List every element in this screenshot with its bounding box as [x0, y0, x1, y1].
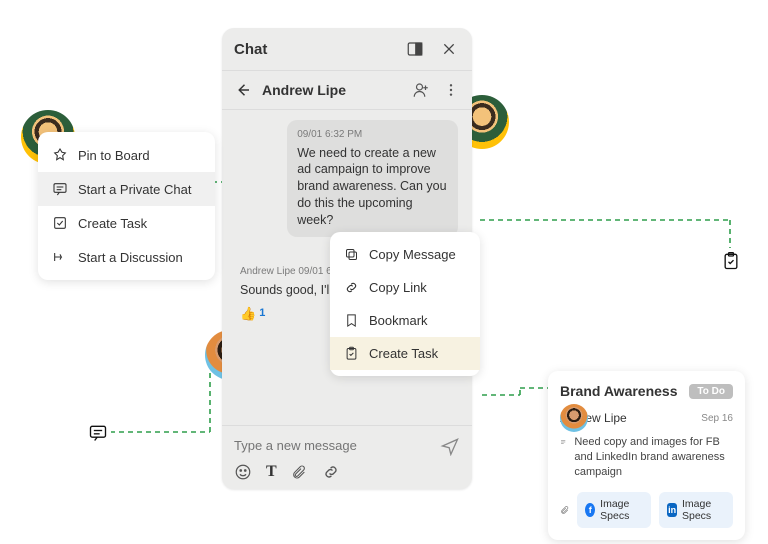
menu-bookmark[interactable]: Bookmark — [330, 304, 480, 337]
menu-copy-link[interactable]: Copy Link — [330, 271, 480, 304]
task-description: Need copy and images for FB and LinkedIn… — [574, 435, 733, 480]
user-context-menu: Pin to Board Start a Private Chat Create… — [38, 132, 215, 280]
menu-start-discussion[interactable]: Start a Discussion — [38, 240, 215, 274]
link-icon[interactable] — [321, 463, 341, 481]
timestamp: 09/01 6:32 PM — [297, 128, 448, 142]
panel-toggle-icon[interactable] — [404, 38, 426, 60]
description-icon — [560, 435, 566, 449]
due-date: Sep 16 — [701, 413, 733, 424]
compose-input[interactable] — [234, 432, 440, 459]
emoji-icon[interactable] — [234, 463, 252, 481]
format-text-icon[interactable]: T — [266, 463, 277, 481]
attachment-linkedin-specs[interactable]: in Image Specs — [659, 492, 733, 528]
menu-create-task[interactable]: Create Task — [330, 337, 480, 370]
clipboard-check-icon — [718, 248, 744, 274]
task-card[interactable]: Brand Awareness To Do Andrew Lipe Sep 16… — [548, 371, 745, 540]
status-badge: To Do — [689, 384, 733, 399]
task-title: Brand Awareness — [560, 383, 678, 399]
close-icon[interactable] — [438, 38, 460, 60]
message-context-menu: Copy Message Copy Link Bookmark Create T… — [330, 232, 480, 376]
send-icon[interactable] — [440, 436, 460, 456]
attachment-fb-specs[interactable]: f Image Specs — [577, 492, 651, 528]
message-incoming[interactable]: 09/01 6:32 PM We need to create a new ad… — [287, 120, 458, 237]
more-icon[interactable] — [440, 79, 462, 101]
attachment-icon — [560, 503, 569, 517]
add-user-icon[interactable] — [410, 79, 432, 101]
contact-name: Andrew Lipe — [262, 82, 402, 98]
chat-title: Chat — [234, 41, 267, 58]
attachment-icon[interactable] — [291, 463, 307, 481]
menu-create-task[interactable]: Create Task — [38, 206, 215, 240]
back-icon[interactable] — [232, 79, 254, 101]
menu-pin-to-board[interactable]: Pin to Board — [38, 138, 215, 172]
linkedin-icon: in — [667, 503, 677, 517]
chat-bubble-icon — [85, 420, 111, 446]
menu-copy-message[interactable]: Copy Message — [330, 238, 480, 271]
avatar — [560, 404, 588, 432]
menu-start-private-chat[interactable]: Start a Private Chat — [38, 172, 215, 206]
message-body: We need to create a new ad campaign to i… — [297, 145, 448, 229]
facebook-icon: f — [585, 503, 595, 517]
